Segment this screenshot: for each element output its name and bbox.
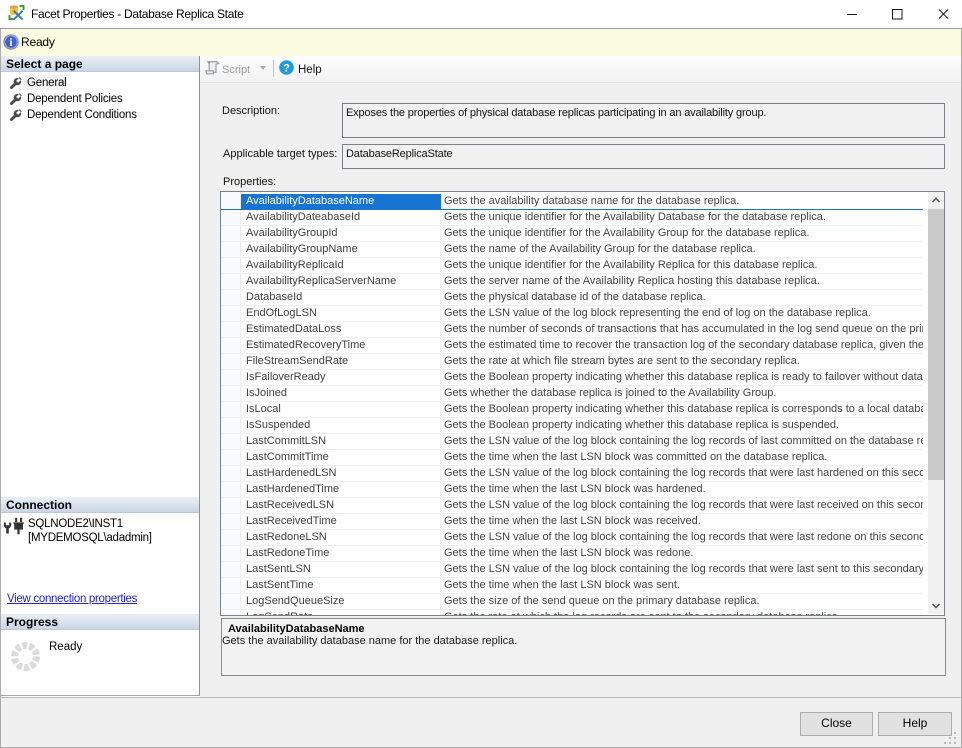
svg-text:?: ? [283, 63, 290, 75]
svg-text:i: i [9, 37, 12, 49]
